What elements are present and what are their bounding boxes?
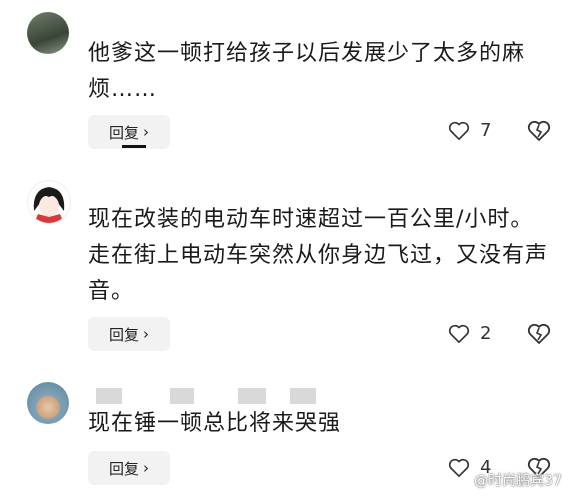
comment-text: 现在改装的电动车时速超过一百公里/小时。走在街上电动车突然从你身边飞过，又没有声… <box>88 207 549 304</box>
heart-outline-icon <box>448 121 470 140</box>
heart-outline-icon <box>448 458 470 477</box>
like-count: 7 <box>480 120 492 141</box>
chevron-right-icon: › <box>143 459 149 477</box>
chevron-right-icon: › <box>143 325 149 343</box>
avatar[interactable] <box>27 180 71 224</box>
comment-text: 现在锤一顿总比将来哭强 <box>88 411 342 436</box>
dislike-button[interactable] <box>527 323 551 349</box>
username-redacted <box>238 388 266 404</box>
reply-button[interactable]: 回复 › <box>88 115 170 149</box>
heart-outline-icon <box>448 324 470 343</box>
comment-text: 他爹这一顿打给孩子以后发展少了太多的麻烦…… <box>88 41 526 102</box>
reply-label: 回复 <box>108 123 139 142</box>
broken-heart-icon <box>527 323 551 344</box>
chevron-right-icon: › <box>143 123 149 141</box>
watermark: @时尚鹏宾37 <box>474 473 562 489</box>
like-button[interactable]: 7 <box>448 120 491 141</box>
dislike-button[interactable] <box>527 120 551 146</box>
cursor-mark <box>122 145 146 148</box>
like-button[interactable]: 2 <box>448 323 491 344</box>
comment-item: 现在改装的电动车时速超过一百公里/小时。走在街上电动车突然从你身边飞过，又没有声… <box>0 160 570 360</box>
broken-heart-icon <box>527 120 551 141</box>
reply-button[interactable]: 回复 › <box>88 317 170 351</box>
avatar[interactable] <box>27 382 69 424</box>
reply-button[interactable]: 回复 › <box>88 451 170 485</box>
comment-item: 他爹这一顿打给孩子以后发展少了太多的麻烦…… 回复 › 7 <box>0 0 570 160</box>
avatar[interactable] <box>27 12 69 54</box>
username-redacted <box>290 388 316 404</box>
anime-avatar-icon <box>33 187 65 223</box>
username-redacted <box>96 388 122 404</box>
reply-label: 回复 <box>108 325 139 344</box>
like-count: 2 <box>480 323 492 344</box>
username-redacted <box>170 388 194 404</box>
reply-label: 回复 <box>108 459 139 478</box>
